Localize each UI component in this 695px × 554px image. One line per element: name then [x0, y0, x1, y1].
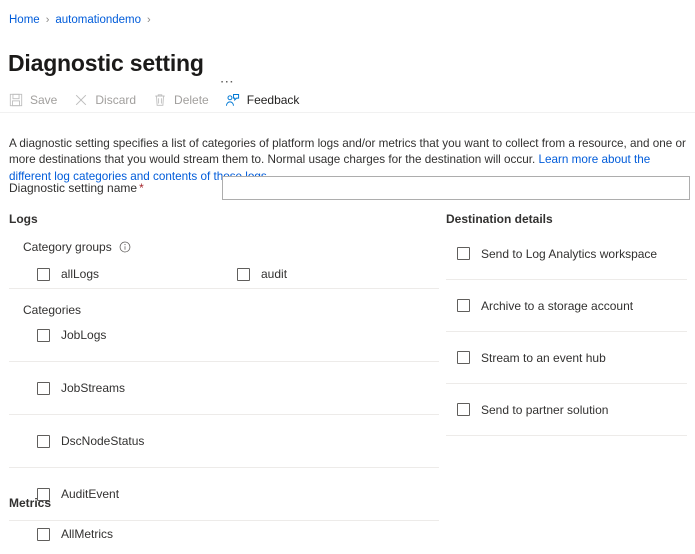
- command-bar: Save Discard Delete: [8, 88, 315, 112]
- discard-label: Discard: [95, 93, 136, 107]
- checkbox-label-alllogs: allLogs: [61, 267, 99, 281]
- checkbox-label-event-hub: Stream to an event hub: [481, 351, 606, 365]
- checkbox-row-allmetrics[interactable]: AllMetrics: [9, 520, 439, 548]
- required-marker: *: [139, 181, 144, 195]
- checkbox-row-dscnodestatus[interactable]: DscNodeStatus: [9, 427, 439, 455]
- checkbox-audit[interactable]: [237, 268, 250, 281]
- delete-label: Delete: [174, 93, 209, 107]
- checkbox-row-event-hub[interactable]: Stream to an event hub: [446, 344, 687, 371]
- checkbox-row-alllogs[interactable]: allLogs: [9, 260, 209, 288]
- destination-details-heading: Destination details: [446, 212, 687, 226]
- checkbox-row-joblogs[interactable]: JobLogs: [9, 321, 439, 349]
- page-title-row: Diagnostic setting ⋯: [8, 33, 235, 94]
- checkbox-joblogs[interactable]: [37, 329, 50, 342]
- category-groups-row: allLogs audit: [9, 260, 439, 288]
- checkbox-label-storage-account: Archive to a storage account: [481, 299, 633, 313]
- checkbox-storage-account[interactable]: [457, 299, 470, 312]
- discard-button[interactable]: Discard: [73, 88, 136, 112]
- save-button[interactable]: Save: [8, 88, 57, 112]
- checkbox-label-partner-solution: Send to partner solution: [481, 403, 608, 417]
- metrics-section: Metrics AllMetrics: [9, 496, 439, 548]
- diagnostic-setting-name-row: Diagnostic setting name*: [9, 176, 690, 200]
- checkbox-partner-solution[interactable]: [457, 403, 470, 416]
- categories-label: Categories: [23, 303, 439, 317]
- logs-section: Logs Category groups allLogs audit: [9, 212, 439, 521]
- divider: [9, 288, 439, 289]
- diagnostic-setting-name-label: Diagnostic setting name*: [9, 181, 222, 195]
- checkbox-label-joblogs: JobLogs: [61, 328, 106, 342]
- checkbox-jobstreams[interactable]: [37, 382, 50, 395]
- diagnostic-setting-page: Home › automationdemo › Diagnostic setti…: [0, 0, 695, 554]
- checkbox-log-analytics[interactable]: [457, 247, 470, 260]
- feedback-label: Feedback: [247, 93, 300, 107]
- divider: [446, 435, 687, 436]
- checkbox-row-log-analytics[interactable]: Send to Log Analytics workspace: [446, 240, 687, 267]
- checkbox-row-partner-solution[interactable]: Send to partner solution: [446, 396, 687, 423]
- metrics-heading: Metrics: [9, 496, 439, 510]
- info-icon[interactable]: [119, 241, 131, 253]
- feedback-icon: [225, 92, 241, 108]
- name-label-text: Diagnostic setting name: [9, 181, 137, 195]
- category-groups-label-row: Category groups: [23, 240, 439, 254]
- diagnostic-setting-name-input[interactable]: [222, 176, 690, 200]
- breadcrumb-separator-icon: ›: [46, 12, 50, 28]
- breadcrumb: Home › automationdemo ›: [9, 12, 157, 28]
- trash-icon: [152, 92, 168, 108]
- checkbox-label-audit: audit: [261, 267, 287, 281]
- checkbox-label-jobstreams: JobStreams: [61, 381, 125, 395]
- breadcrumb-separator-icon-2: ›: [147, 12, 151, 28]
- checkbox-event-hub[interactable]: [457, 351, 470, 364]
- delete-button[interactable]: Delete: [152, 88, 209, 112]
- checkbox-alllogs[interactable]: [37, 268, 50, 281]
- logs-heading: Logs: [9, 212, 439, 226]
- page-title: Diagnostic setting: [8, 48, 204, 78]
- checkbox-dscnodestatus[interactable]: [37, 435, 50, 448]
- save-label: Save: [30, 93, 57, 107]
- category-groups-label: Category groups: [23, 240, 112, 254]
- checkbox-row-jobstreams[interactable]: JobStreams: [9, 374, 439, 402]
- feedback-button[interactable]: Feedback: [225, 88, 300, 112]
- save-icon: [8, 92, 24, 108]
- breadcrumb-item-automationdemo[interactable]: automationdemo: [55, 12, 141, 28]
- checkbox-allmetrics[interactable]: [37, 528, 50, 541]
- checkbox-label-allmetrics: AllMetrics: [61, 527, 113, 541]
- command-bar-divider: [0, 112, 695, 113]
- checkbox-label-dscnodestatus: DscNodeStatus: [61, 434, 144, 448]
- breadcrumb-item-home[interactable]: Home: [9, 12, 40, 28]
- checkbox-row-storage-account[interactable]: Archive to a storage account: [446, 292, 687, 319]
- close-icon: [73, 92, 89, 108]
- checkbox-row-audit[interactable]: audit: [209, 260, 409, 288]
- checkbox-label-log-analytics: Send to Log Analytics workspace: [481, 247, 657, 261]
- destination-details-section: Destination details Send to Log Analytic…: [446, 212, 687, 436]
